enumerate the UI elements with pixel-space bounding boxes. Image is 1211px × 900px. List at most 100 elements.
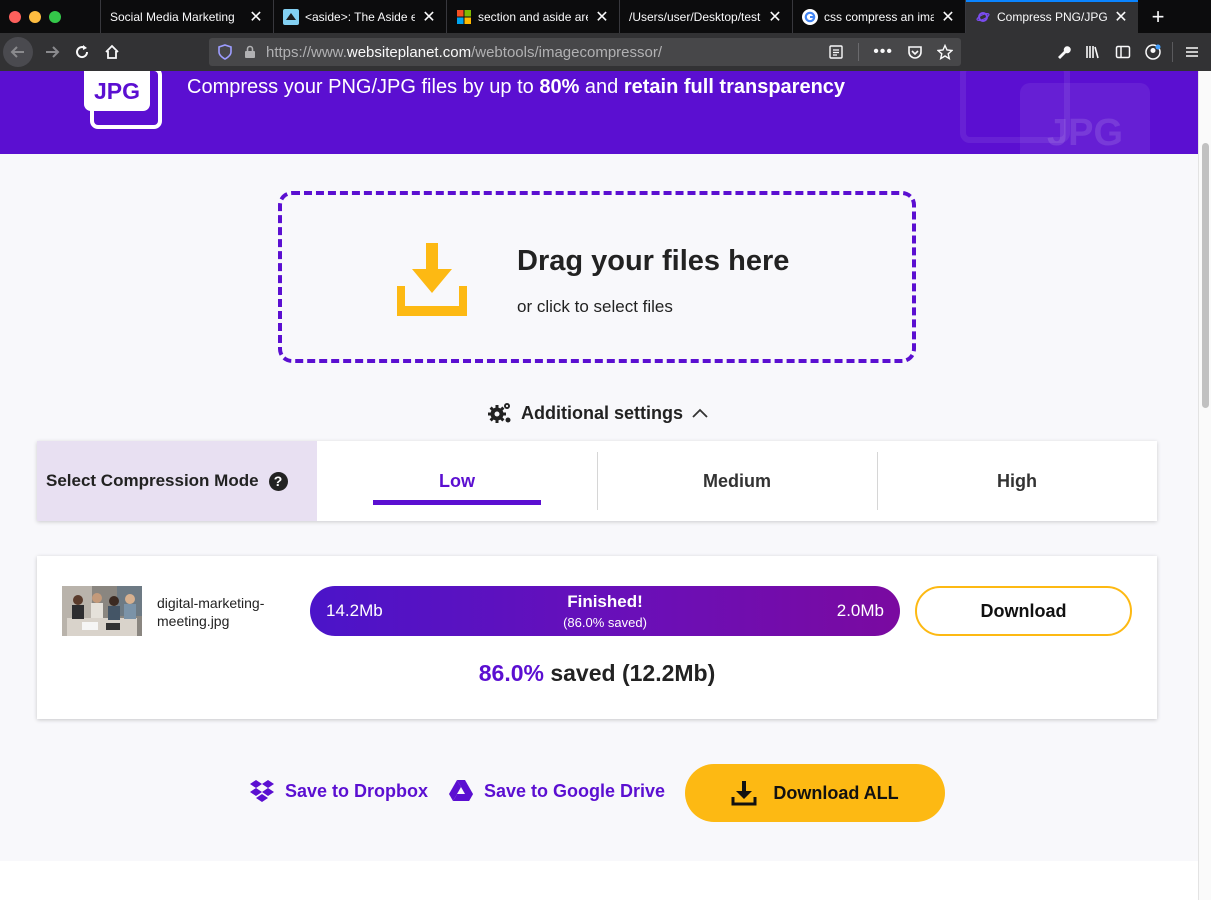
browser-tab-active[interactable]: Compress PNG/JPG F ✕	[965, 0, 1138, 33]
save-to-dropbox-link[interactable]: Save to Dropbox	[249, 779, 428, 803]
savings-percent: 86.0%	[478, 660, 544, 686]
address-bar[interactable]: https://www.websiteplanet.com/webtools/i…	[209, 38, 961, 66]
close-icon[interactable]: ✕	[767, 7, 783, 27]
save-to-google-drive-link[interactable]: Save to Google Drive	[448, 779, 665, 803]
browser-tab[interactable]: Social Media Marketing ✕	[100, 0, 273, 33]
option-label: Medium	[702, 470, 771, 491]
browser-tab[interactable]: css compress an imag ✕	[792, 0, 965, 33]
option-label: Low	[439, 470, 475, 491]
compression-option-low[interactable]: Low	[317, 441, 597, 521]
download-tray-icon	[397, 243, 467, 316]
scrollbar-thumb[interactable]	[1202, 143, 1209, 408]
compression-mode-text: Select Compression Mode	[46, 471, 259, 490]
compression-option-high[interactable]: High	[877, 441, 1157, 521]
address-bar-actions: •••	[828, 43, 953, 61]
download-all-button[interactable]: Download ALL	[685, 764, 945, 822]
back-button[interactable]	[3, 37, 33, 67]
page-scrollbar[interactable]	[1198, 71, 1211, 900]
bookmark-star-icon[interactable]	[937, 44, 953, 60]
dropbox-icon	[250, 780, 274, 802]
tagline-mid: and	[579, 76, 624, 98]
compression-mode-panel: Select Compression Mode ? Low Medium Hig…	[37, 441, 1157, 521]
library-icon	[1086, 46, 1099, 59]
dropzone-title: Drag your files here	[517, 245, 790, 277]
lock-icon[interactable]	[243, 45, 257, 59]
library-button[interactable]	[1078, 37, 1108, 67]
download-button[interactable]: Download	[915, 586, 1132, 636]
tab-title: Compress PNG/JPG F	[997, 9, 1107, 24]
browser-tab-bar: Social Media Marketing ✕ <aside>: The As…	[0, 0, 1211, 33]
browser-tab[interactable]: <aside>: The Aside el ✕	[273, 0, 446, 33]
tagline-percent: 80%	[539, 76, 580, 98]
download-all-label: Download ALL	[773, 782, 899, 803]
close-icon[interactable]: ✕	[940, 7, 956, 27]
compressed-size: 2.0Mb	[836, 601, 884, 620]
google-drive-icon	[449, 780, 473, 801]
saved-note: (86.0% saved)	[563, 615, 647, 630]
reload-button[interactable]	[67, 37, 97, 67]
hero-tagline: Compress your PNG/JPG files by up to 80%…	[187, 76, 845, 99]
compression-option-medium[interactable]: Medium	[597, 441, 877, 521]
shield-icon[interactable]	[217, 44, 233, 60]
tagline-start: Compress your PNG/JPG files by up to	[187, 76, 540, 98]
account-icon	[1145, 44, 1161, 60]
tab-title: /Users/user/Desktop/test	[629, 9, 761, 24]
maximize-window-button[interactable]	[49, 10, 61, 23]
file-name: digital-marketing- meeting.jpg	[157, 594, 287, 630]
divider	[1172, 42, 1173, 62]
close-icon[interactable]: ✕	[421, 7, 437, 27]
close-window-button[interactable]	[9, 10, 21, 23]
arrow-left-icon	[10, 46, 24, 58]
developer-tools-button[interactable]	[1048, 37, 1078, 67]
settings-label: Additional settings	[521, 402, 683, 423]
forward-button[interactable]	[37, 37, 67, 67]
menu-button[interactable]	[1177, 37, 1207, 67]
url-text[interactable]: https://www.websiteplanet.com/webtools/i…	[266, 44, 662, 61]
browser-tab[interactable]: section and aside are ✕	[446, 0, 619, 33]
compression-progress-bar: 14.2Mb Finished! (86.0% saved) 2.0Mb	[310, 586, 900, 636]
window-controls	[0, 0, 100, 33]
microsoft-icon	[456, 9, 472, 25]
reload-icon	[76, 45, 89, 59]
file-result-card: digital-marketing- meeting.jpg 14.2Mb Fi…	[37, 556, 1157, 719]
websiteplanet-icon	[975, 9, 991, 25]
dropbox-label: Save to Dropbox	[285, 780, 429, 801]
account-button[interactable]	[1138, 37, 1168, 67]
close-icon[interactable]: ✕	[248, 7, 264, 27]
help-icon[interactable]: ?	[268, 471, 288, 491]
home-icon	[105, 44, 119, 59]
tab-title: <aside>: The Aside el	[305, 9, 415, 24]
mdn-icon	[283, 8, 299, 25]
page-viewport: JPG JPG Compress your PNG/JPG files by u…	[0, 71, 1198, 900]
tab-title: section and aside are	[478, 9, 588, 24]
sidebar-button[interactable]	[1108, 37, 1138, 67]
wrench-icon	[1058, 46, 1071, 59]
file-thumbnail	[62, 586, 142, 636]
home-button[interactable]	[97, 37, 127, 67]
google-drive-label: Save to Google Drive	[484, 780, 666, 801]
browser-tab[interactable]: /Users/user/Desktop/test ✕	[619, 0, 792, 33]
more-actions-icon[interactable]: •••	[873, 43, 893, 61]
reader-view-icon[interactable]	[828, 44, 844, 60]
hero-banner: JPG JPG Compress your PNG/JPG files by u…	[0, 71, 1198, 154]
additional-settings-toggle[interactable]: Additional settings	[487, 400, 709, 426]
url-prefix: https://www.	[266, 43, 347, 61]
url-path: /webtools/imagecompressor/	[471, 43, 663, 61]
gears-icon	[488, 403, 511, 423]
new-tab-button[interactable]: +	[1138, 0, 1178, 33]
minimize-window-button[interactable]	[29, 10, 41, 23]
hero-decoration: JPG	[960, 71, 1160, 154]
close-icon[interactable]: ✕	[594, 7, 610, 27]
file-name-line: meeting.jpg	[157, 613, 230, 629]
pocket-icon[interactable]	[907, 44, 923, 60]
dropzone-subtitle: or click to select files	[517, 297, 673, 316]
download-icon	[731, 781, 757, 806]
savings-amount: saved (12.2Mb)	[543, 660, 716, 686]
file-name-line: digital-marketing-	[157, 595, 265, 611]
tab-title: Social Media Marketing	[110, 9, 235, 24]
close-icon[interactable]: ✕	[1113, 7, 1129, 27]
bulk-actions: Save to Dropbox Save to Google Drive Dow…	[0, 763, 1198, 823]
savings-summary: 86.0% saved (12.2Mb)	[37, 660, 1157, 687]
tab-title: css compress an imag	[824, 9, 934, 24]
file-drop-zone[interactable]: Drag your files here or click to select …	[278, 191, 916, 363]
